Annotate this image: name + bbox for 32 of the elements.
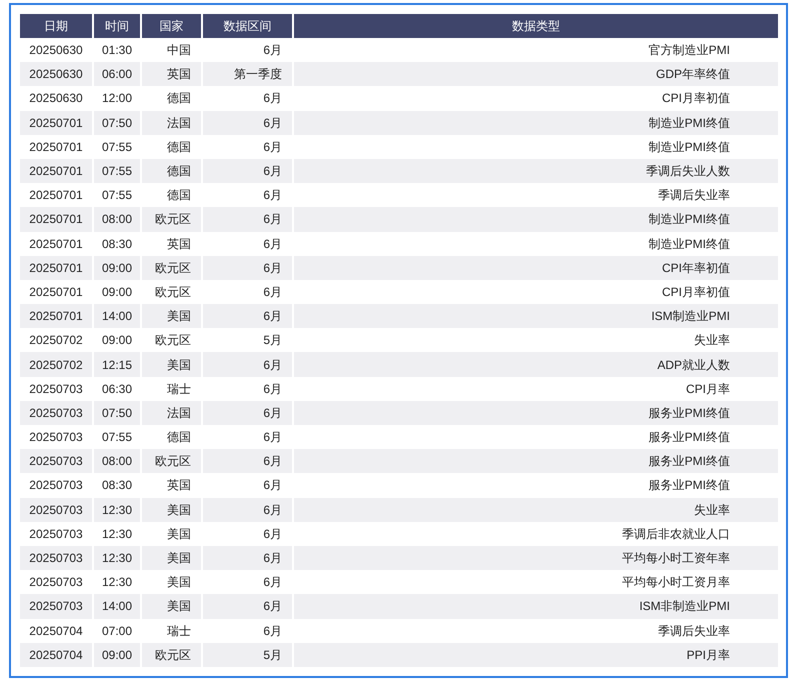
table-cell: 服务业PMI终值	[293, 400, 778, 425]
column-header: 日期	[20, 14, 93, 38]
table-cell: 制造业PMI终值	[293, 207, 778, 232]
table-cell: 平均每小时工资年率	[293, 546, 778, 570]
table-cell: ADP就业人数	[293, 352, 778, 377]
table-cell: ISM制造业PMI	[293, 304, 778, 328]
table-cell: 制造业PMI终值	[293, 134, 778, 159]
table-cell-text: CPI月率初值	[660, 90, 731, 108]
table-cell: 欧元区	[141, 642, 202, 667]
table-cell: 季调后非农就业人口	[293, 522, 778, 546]
table-cell: 20250704	[20, 642, 93, 667]
table-cell: 服务业PMI终值	[293, 425, 778, 450]
table-cell: 平均每小时工资月率	[293, 570, 778, 594]
table-cell: 官方制造业PMI	[293, 38, 778, 62]
table-cell: 5月	[202, 642, 293, 667]
table-cell: 季调后失业率	[293, 183, 778, 208]
table-cell: PPI月率	[293, 642, 778, 667]
table-cell: CPI月率初值	[293, 280, 778, 304]
table-cell: 09:00	[93, 642, 141, 667]
table-cell: 制造业PMI终值	[293, 232, 778, 256]
table-cell: 季调后失业率	[293, 618, 778, 643]
column-header: 数据区间	[202, 14, 293, 38]
table-cell: ISM非制造业PMI	[293, 594, 778, 618]
table-cell: 失业率	[293, 498, 778, 522]
table-cell-text: 服务业PMI终值	[648, 477, 731, 494]
table-cell: CPI年率初值	[293, 256, 778, 280]
table-cell: 服务业PMI终值	[293, 449, 778, 474]
table-cell: CPI月率	[293, 376, 778, 401]
table-cell: 失业率	[293, 328, 778, 352]
column-header: 时间	[93, 14, 141, 38]
column-header: 国家	[141, 14, 202, 38]
column-header: 数据类型	[293, 14, 778, 38]
